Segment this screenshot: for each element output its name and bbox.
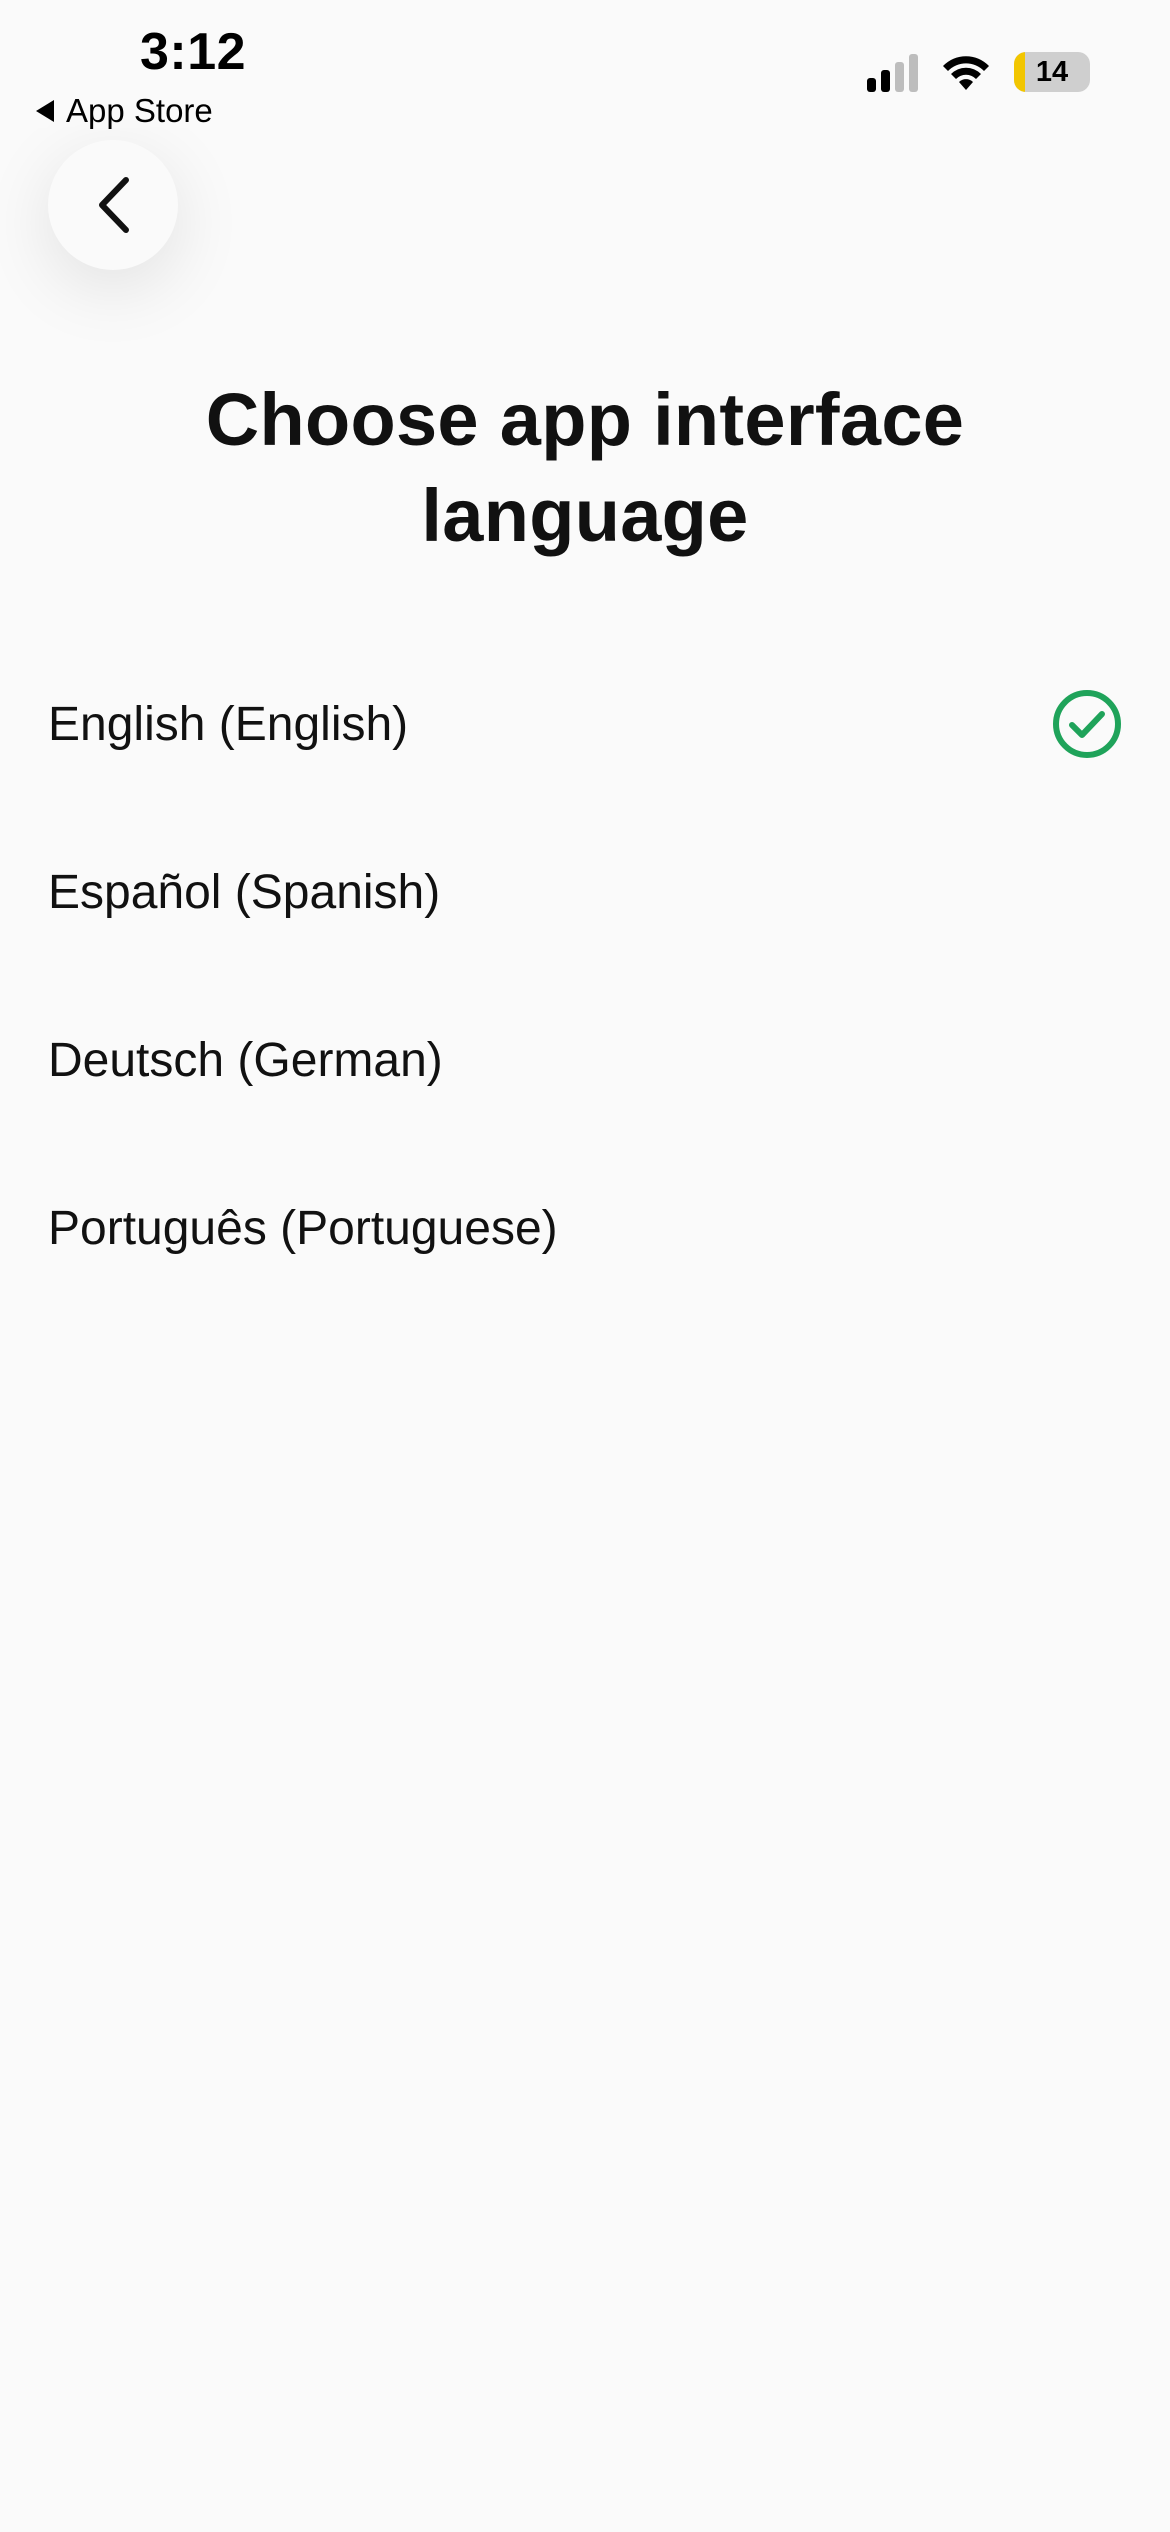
- language-option-label: English (English): [48, 697, 409, 751]
- language-option-english[interactable]: English (English): [0, 640, 1170, 808]
- language-list: English (English) Español (Spanish) Deut…: [0, 640, 1170, 1312]
- page-title-line2: language: [421, 474, 749, 557]
- status-bar: 3:12 App Store 14: [0, 0, 1170, 140]
- back-to-app-label: App Store: [66, 92, 213, 129]
- language-option-label: Deutsch (German): [48, 1033, 443, 1087]
- language-option-spanish[interactable]: Español (Spanish): [0, 808, 1170, 976]
- page-title: Choose app interface language: [0, 372, 1170, 564]
- language-option-label: Português (Portuguese): [48, 1201, 558, 1255]
- language-option-label: Español (Spanish): [48, 865, 441, 919]
- battery-icon: 14: [1014, 52, 1090, 92]
- battery-level: 14: [1035, 55, 1069, 88]
- check-circle-icon: [1053, 690, 1121, 758]
- status-time: 3:12: [140, 23, 247, 81]
- language-option-portuguese[interactable]: Português (Portuguese): [0, 1144, 1170, 1312]
- cellular-signal-icon: [867, 52, 918, 92]
- back-to-app-link[interactable]: App Store: [36, 92, 213, 130]
- wifi-icon: [943, 56, 989, 90]
- page-title-line1: Choose app interface: [205, 378, 965, 461]
- back-button[interactable]: [48, 140, 178, 270]
- status-icons: 14: [867, 52, 1090, 92]
- chevron-left-icon: [99, 177, 129, 233]
- back-triangle-icon: [36, 100, 54, 122]
- language-option-german[interactable]: Deutsch (German): [0, 976, 1170, 1144]
